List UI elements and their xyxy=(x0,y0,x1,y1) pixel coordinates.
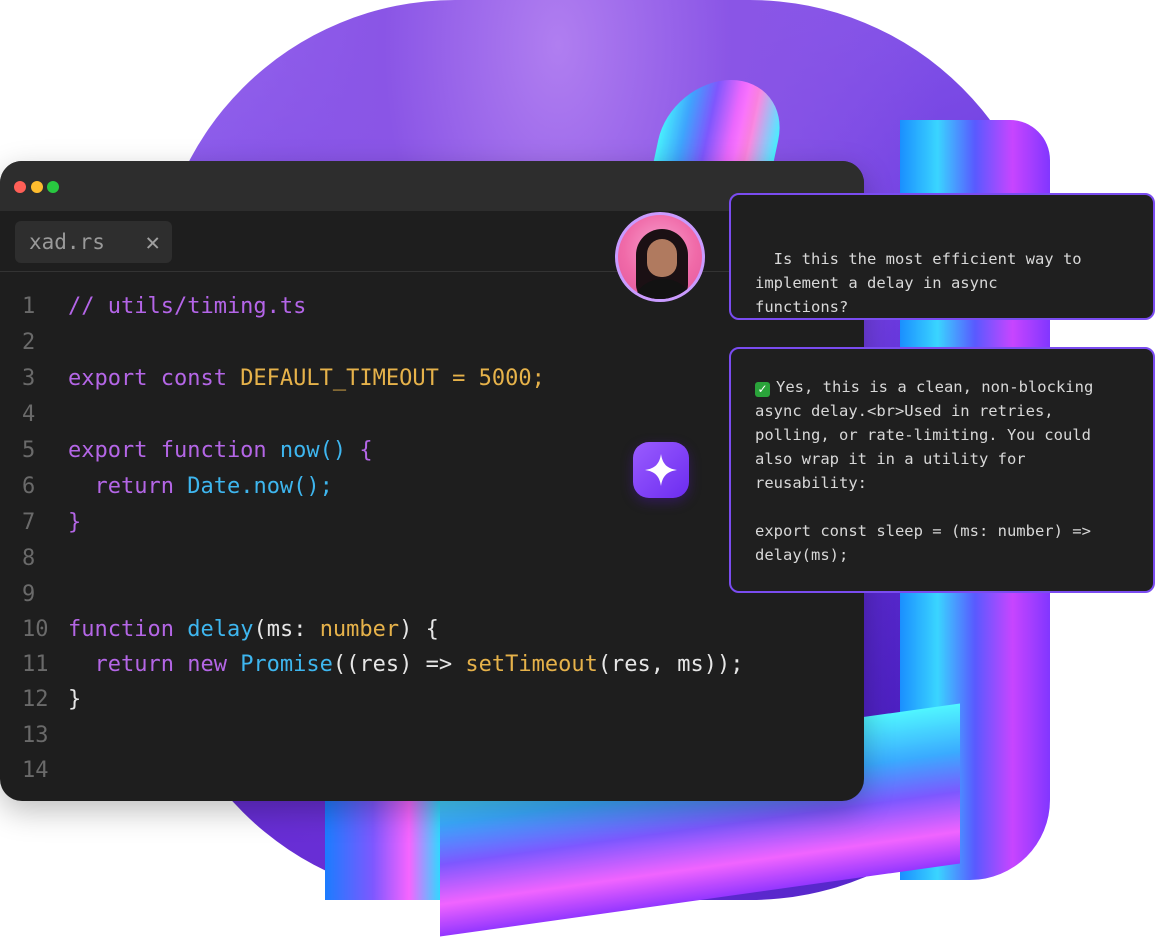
code-token: return xyxy=(68,474,188,499)
code-text: export const DEFAULT_TIMEOUT = 5000; xyxy=(68,361,545,397)
line-number: 13 xyxy=(22,722,49,748)
code-text: return new Promise((res) => setTimeout(r… xyxy=(68,647,744,683)
code-token: } xyxy=(68,510,82,535)
code-token: // utils/timing.ts xyxy=(68,294,307,319)
code-token: (ms: xyxy=(253,617,320,642)
line-number: 9 xyxy=(22,582,36,607)
code-token: return new xyxy=(68,652,241,678)
check-icon: ✓ xyxy=(755,382,770,397)
code-text: function delay(ms: number) { xyxy=(68,612,439,648)
code-token: export function xyxy=(68,438,280,463)
ai-answer-bubble: ✓ Yes, this is a clean, non-blocking asyn… xyxy=(729,347,1155,593)
code-token: } xyxy=(68,687,82,713)
code-token: delay xyxy=(187,617,254,642)
code-token: DEFAULT_TIMEOUT = 5000; xyxy=(240,366,545,391)
code-line[interactable]: 10 function delay(ms: number) { xyxy=(0,612,864,648)
code-line[interactable]: 11 return new Promise((res) => setTimeou… xyxy=(0,647,864,683)
line-number: 6 xyxy=(22,474,36,499)
sparkle-icon[interactable] xyxy=(633,442,689,498)
user-avatar xyxy=(615,212,705,302)
line-number: 5 xyxy=(22,438,36,463)
code-text: return Date.now(); xyxy=(68,469,333,505)
line-number: 8 xyxy=(22,546,36,571)
code-text: } xyxy=(68,682,81,718)
code-token: ((res) => xyxy=(332,652,466,678)
code-token: (res, ms)); xyxy=(597,652,744,678)
code-token: number xyxy=(319,617,400,642)
code-token: export const xyxy=(68,366,241,391)
line-number: 3 xyxy=(22,366,36,391)
code-text: export function now() { xyxy=(68,433,373,469)
code-line[interactable]: 13 xyxy=(0,718,864,754)
code-token: ) { xyxy=(399,617,439,642)
code-token: setTimeout xyxy=(465,652,598,678)
code-text: // utils/timing.ts xyxy=(68,289,306,325)
question-text: Is this the most efficient way to implem… xyxy=(755,250,1082,316)
code-token: Date.now(); xyxy=(187,474,333,499)
answer-text: Yes, this is a clean, non-blocking async… xyxy=(755,378,1094,564)
window-close-dot[interactable] xyxy=(14,181,26,193)
window-maximize-dot[interactable] xyxy=(47,181,59,193)
line-number: 2 xyxy=(22,330,36,355)
line-number: 7 xyxy=(22,510,36,535)
code-text: } xyxy=(68,505,81,541)
line-number: 12 xyxy=(22,687,49,713)
code-token: Promise xyxy=(240,652,333,678)
code-token: now() xyxy=(279,438,360,463)
code-line[interactable]: 12} xyxy=(0,682,864,718)
line-number: 14 xyxy=(22,757,49,783)
line-number: 4 xyxy=(22,402,36,427)
code-token: { xyxy=(359,438,373,463)
line-number: 10 xyxy=(22,617,49,642)
close-icon[interactable]: ✕ xyxy=(146,228,160,256)
line-number: 1 xyxy=(22,294,36,319)
code-token: function xyxy=(68,617,188,642)
code-line[interactable]: 14 xyxy=(0,753,864,789)
file-tab-label: xad.rs xyxy=(29,230,105,254)
window-minimize-dot[interactable] xyxy=(31,181,43,193)
sparkle-icon-glyph xyxy=(645,454,677,486)
file-tab[interactable]: xad.rs ✕ xyxy=(15,221,172,263)
user-question-bubble: Is this the most efficient way to implem… xyxy=(729,193,1155,320)
line-number: 11 xyxy=(22,652,49,678)
